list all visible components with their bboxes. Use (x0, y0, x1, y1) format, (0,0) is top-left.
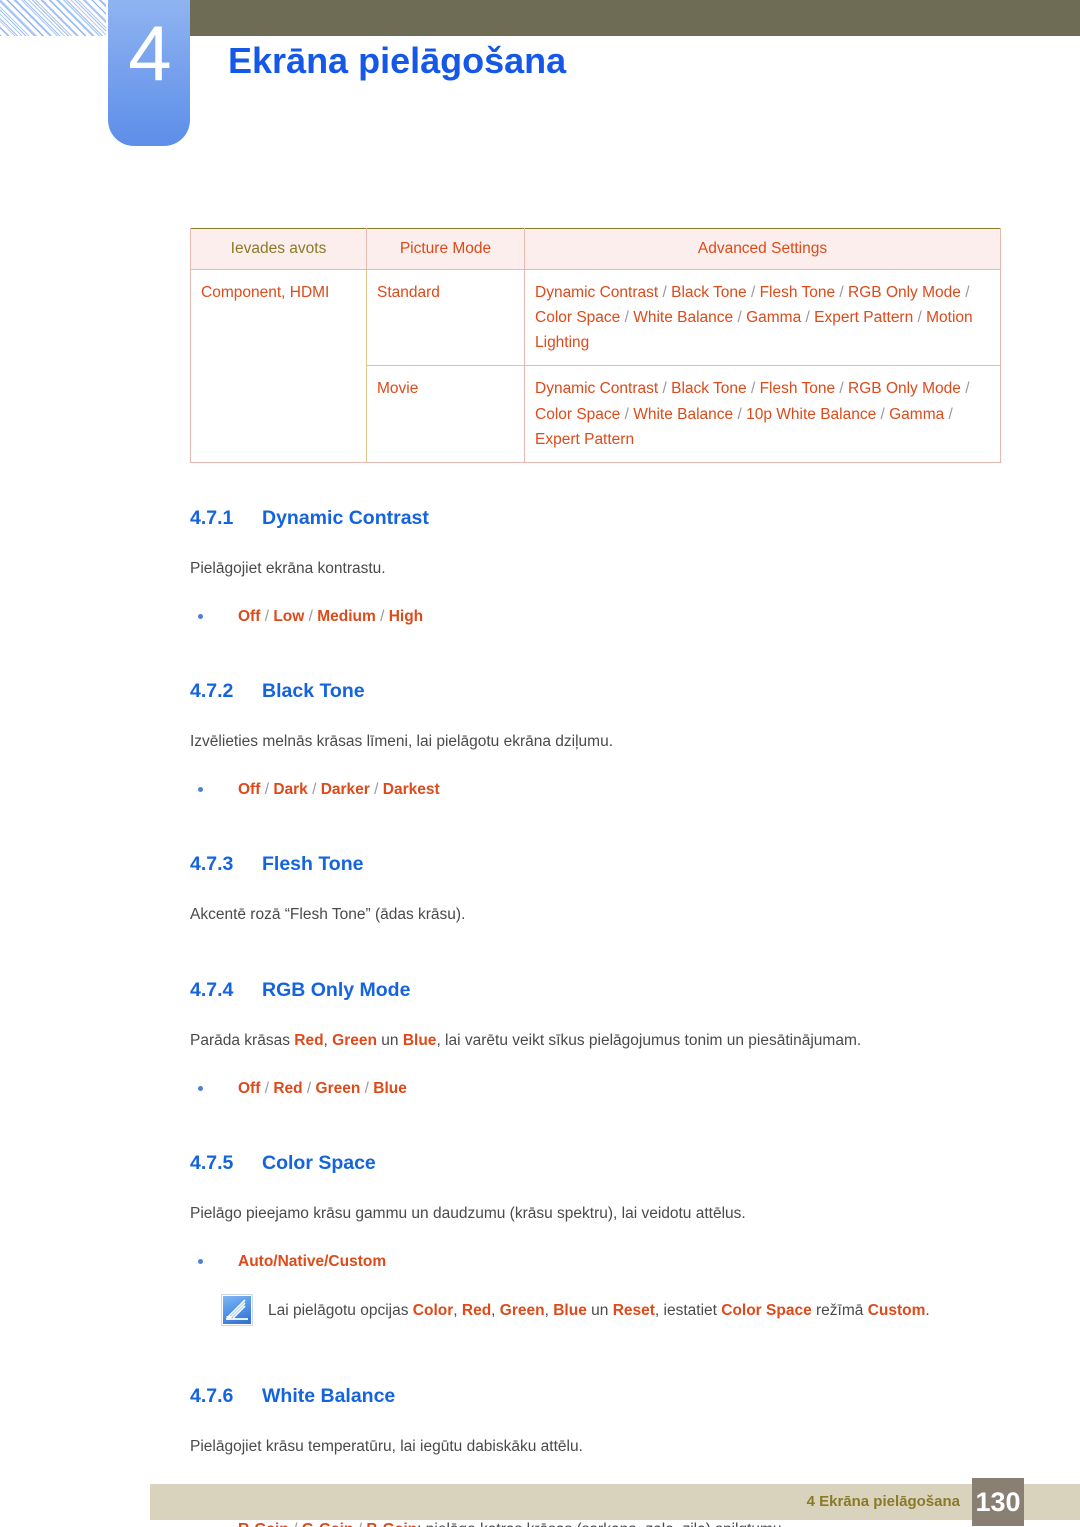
section-number: 4.7.6 (190, 1385, 234, 1408)
footer-chapter-label: 4 Ekrāna pielāgošana (806, 1493, 960, 1510)
section-body-4-7-6: Pielāgojiet krāsu temperatūru, lai iegūt… (190, 1438, 583, 1456)
page-title: Ekrāna pielāgošana (228, 40, 567, 81)
section-body-4-7-5: Pielāgo pieejamo krāsu gammu un daudzumu… (190, 1205, 746, 1223)
table-cell-advanced-settings: Dynamic Contrast / Black Tone / Flesh To… (524, 365, 1001, 463)
section-title: Black Tone (262, 679, 365, 702)
section-body-4-7-4: Parāda krāsas Red, Green un Blue, lai va… (190, 1032, 862, 1050)
page-content: Ievades avots Picture Mode Advanced Sett… (190, 228, 1002, 1527)
note-pen-icon (222, 1295, 252, 1326)
table-header-advanced-settings: Advanced Settings (524, 228, 1001, 271)
page-footer: 4 Ekrāna pielāgošana 130 (150, 1478, 1080, 1526)
section-heading-4-7-5: 4.7.5 Color Space (190, 1152, 1002, 1175)
options-list-4-7-5: Auto/Native/Custom (190, 1250, 1002, 1273)
table-header-source: Ievades avots (190, 228, 367, 271)
note-text: Lai pielāgotu opcijas Color, Red, Green,… (268, 1302, 930, 1320)
section-heading-4-7-2: 4.7.2 Black Tone (190, 680, 1002, 703)
section-title: Color Space (262, 1151, 376, 1174)
section-number: 4.7.5 (190, 1151, 234, 1174)
section-number: 4.7.4 (190, 978, 234, 1001)
page-number: 130 (972, 1478, 1024, 1526)
section-heading-4-7-6: 4.7.6 White Balance (190, 1385, 1002, 1408)
table-header-picture-mode: Picture Mode (366, 228, 525, 271)
section-heading-4-7-4: 4.7.4 RGB Only Mode (190, 979, 1002, 1002)
section-heading-4-7-1: 4.7.1 Dynamic Contrast (190, 507, 1002, 530)
document-page: 4 Ekrāna pielāgošana Ievades avots Pictu… (0, 0, 1080, 1527)
decorative-hatch-overlay (0, 0, 106, 36)
chapter-tab: 4 (108, 0, 190, 146)
section-title: White Balance (262, 1385, 396, 1408)
options-list-4-7-1: Off / Low / Medium / High (190, 605, 1002, 628)
options-list-4-7-4: Off / Red / Green / Blue (190, 1077, 1002, 1100)
options-list-4-7-2: Off / Dark / Darker / Darkest (190, 778, 1002, 801)
section-body-4-7-2: Izvēlieties melnās krāsas līmeni, lai pi… (190, 733, 614, 751)
list-item: Auto/Native/Custom (190, 1250, 1002, 1273)
table-cell-picture-mode: Standard (366, 269, 525, 367)
section-number: 4.7.1 (190, 506, 234, 529)
table-row: Component, HDMI Standard Dynamic Contras… (190, 269, 1001, 463)
section-heading-4-7-3: 4.7.3 Flesh Tone (190, 853, 1002, 876)
list-item: Off / Low / Medium / High (190, 605, 1002, 628)
picture-mode-table: Ievades avots Picture Mode Advanced Sett… (190, 228, 1001, 463)
section-number: 4.7.2 (190, 679, 234, 702)
section-title: Flesh Tone (262, 853, 364, 876)
section-number: 4.7.3 (190, 853, 234, 876)
table-header-row: Ievades avots Picture Mode Advanced Sett… (190, 228, 1001, 271)
table-cell-picture-mode: Movie (366, 365, 525, 463)
section-body-4-7-1: Pielāgojiet ekrāna kontrastu. (190, 560, 386, 578)
list-item: Off / Red / Green / Blue (190, 1077, 1002, 1100)
table-cell-source: Component, HDMI (190, 269, 367, 463)
chapter-number: 4 (128, 9, 171, 97)
list-item: Off / Dark / Darker / Darkest (190, 778, 1002, 801)
note-box: Lai pielāgotu opcijas Color, Red, Green,… (190, 1295, 1002, 1333)
table-cell-advanced-settings: Dynamic Contrast / Black Tone / Flesh To… (524, 269, 1001, 367)
section-title: RGB Only Mode (262, 978, 411, 1001)
option-values: Auto/Native/Custom (238, 1252, 387, 1270)
section-title: Dynamic Contrast (262, 506, 429, 529)
header-olive-bar (190, 0, 1080, 36)
section-body-4-7-3: Akcentē rozā “Flesh Tone” (ādas krāsu). (190, 906, 466, 924)
